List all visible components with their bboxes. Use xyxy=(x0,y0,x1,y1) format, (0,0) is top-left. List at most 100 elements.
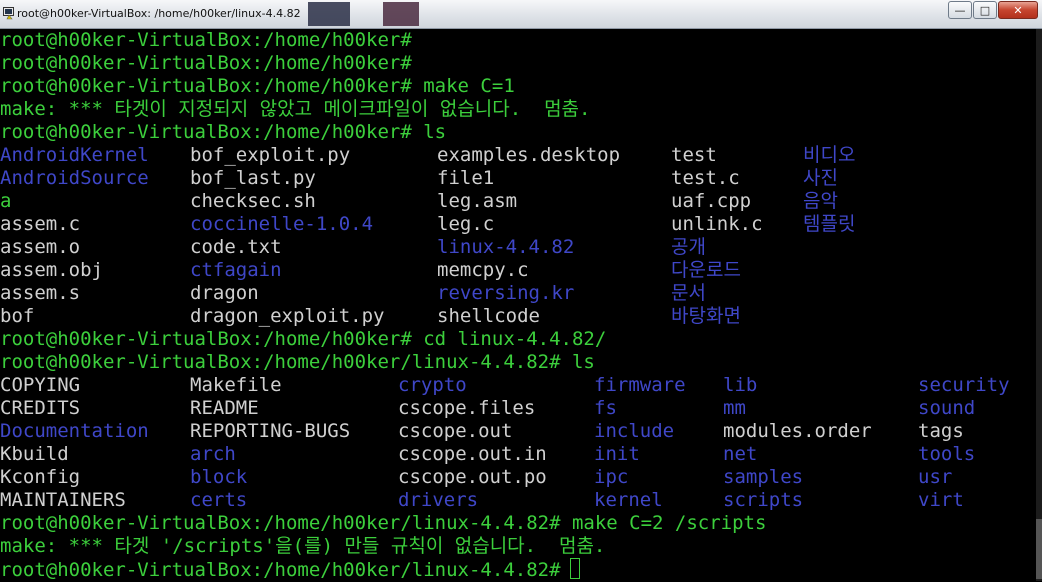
terminal-line: make: *** 타겟이 지정되지 않았고 메이크파일이 없습니다. 멈춤. xyxy=(0,98,591,120)
ls-output-row: assem.c coccinelle-1.0.4 leg.c unlink.c 템플릿 xyxy=(0,213,1036,236)
ls-entry: 다운로드 xyxy=(671,259,741,281)
ls-entry: a xyxy=(0,190,12,212)
ls-output-row: AndroidSource bof_last.py file1 test.c 사진 xyxy=(0,167,1036,190)
terminal-line: root@h00ker-VirtualBox:/home/h00ker# mak… xyxy=(0,75,515,97)
terminal-line: root@h00ker-VirtualBox:/home/h00ker# xyxy=(0,52,412,74)
ls-entry: checksec.sh xyxy=(190,190,316,212)
terminal-line: root@h00ker-VirtualBox:/home/h00ker# ls xyxy=(0,121,447,143)
ls-entry: certs xyxy=(190,489,248,511)
ls-entry: test.c xyxy=(671,167,740,189)
ls-entry: dragon xyxy=(190,282,259,304)
ls-entry: mm xyxy=(723,397,746,419)
ls-entry: leg.c xyxy=(437,213,495,235)
ls-entry: assem.c xyxy=(0,213,81,235)
ls-entry: cscope.out xyxy=(398,420,513,442)
ls-entry: uaf.cpp xyxy=(671,190,752,212)
ls-entry: ipc xyxy=(594,466,629,488)
ls-output-row: AndroidKernel bof_exploit.py examples.desk… xyxy=(0,144,1036,167)
ls-entry: README xyxy=(190,397,259,419)
ls-entry: net xyxy=(723,443,758,465)
ls-entry: security xyxy=(918,374,1010,396)
current-prompt: root@h00ker-VirtualBox:/home/h00ker/linu… xyxy=(0,559,561,581)
close-icon: ✕ xyxy=(1013,3,1023,17)
ls-entry: 문서 xyxy=(671,282,706,304)
window-title: root@h00ker-VirtualBox: /home/h00ker/lin… xyxy=(17,7,301,20)
ls-entry: 비디오 xyxy=(803,144,856,166)
ls-entry: include xyxy=(594,420,675,442)
ls-entry: 사진 xyxy=(803,167,838,189)
ls-output-row: assem.s dragon reversing.kr 문서 xyxy=(0,282,1036,305)
maximize-icon: □ xyxy=(979,3,991,17)
ls-entry: Makefile xyxy=(190,374,282,396)
ls-entry: COPYING xyxy=(0,374,81,396)
ls-output-row: Documentation REPORTING-BUGS cscope.out inc… xyxy=(0,420,1036,443)
ls-entry: crypto xyxy=(398,374,467,396)
terminal-line: root@h00ker-VirtualBox:/home/h00ker/linu… xyxy=(0,351,595,373)
ls-entry: 공개 xyxy=(671,236,706,258)
ls-entry: sound xyxy=(918,397,976,419)
ls-output-row: COPYING Makefile crypto firmware lib security xyxy=(0,374,1036,397)
ls-entry: Kconfig xyxy=(0,466,81,488)
ls-entry: 음악 xyxy=(803,190,838,212)
ls-entry: coccinelle-1.0.4 xyxy=(190,213,374,235)
ls-entry: MAINTAINERS xyxy=(0,489,126,511)
minimize-icon: — xyxy=(954,3,966,17)
ls-output-row: a checksec.sh leg.asm uaf.cpp 음악 xyxy=(0,190,1036,213)
ls-entry: modules.order xyxy=(723,420,872,442)
ls-entry: tools xyxy=(918,443,976,465)
ls-entry: cscope.out.po xyxy=(398,466,547,488)
ls-entry: test xyxy=(671,144,717,166)
ls-entry: scripts xyxy=(723,489,804,511)
ls-entry: arch xyxy=(190,443,236,465)
ls-entry: REPORTING-BUGS xyxy=(190,420,351,442)
close-button[interactable]: ✕ xyxy=(998,1,1038,19)
ls-output-row: assem.obj ctfagain memcpy.c 다운로드 xyxy=(0,259,1036,282)
title-bar-decoration xyxy=(308,2,350,26)
ls-entry: bof xyxy=(0,305,35,327)
ls-entry: usr xyxy=(918,466,953,488)
ls-output-row: bof dragon_exploit.py shellcode 바탕화면 xyxy=(0,305,1036,328)
ls-entry: code.txt xyxy=(190,236,282,258)
window-controls: — □ ✕ xyxy=(947,1,1038,19)
ls-entry: CREDITS xyxy=(0,397,81,419)
ls-entry: cscope.files xyxy=(398,397,536,419)
ls-entry: unlink.c xyxy=(671,213,763,235)
putty-app-icon xyxy=(3,7,14,20)
ls-entry: lib xyxy=(723,374,758,396)
ls-entry: samples xyxy=(723,466,804,488)
ls-entry: bof_exploit.py xyxy=(190,144,351,166)
ls-entry: drivers xyxy=(398,489,479,511)
ls-entry: assem.obj xyxy=(0,259,103,281)
ls-output-row: assem.o code.txt linux-4.4.82 공개 xyxy=(0,236,1036,259)
ls-entry: Kbuild xyxy=(0,443,69,465)
ls-entry: reversing.kr xyxy=(437,282,575,304)
ls-entry: file1 xyxy=(437,167,495,189)
minimize-button[interactable]: — xyxy=(948,1,972,19)
ls-entry: bof_last.py xyxy=(190,167,316,189)
terminal-line: root@h00ker-VirtualBox:/home/h00ker/linu… xyxy=(0,512,767,534)
terminal-line: make: *** 타겟 '/scripts'을(를) 만들 규칙이 없습니다.… xyxy=(0,535,606,557)
ls-entry: kernel xyxy=(594,489,663,511)
ls-entry: fs xyxy=(594,397,617,419)
title-bar-decoration xyxy=(383,2,419,26)
ls-output-row: Kconfig block cscope.out.po ipc samples usr xyxy=(0,466,1036,489)
scrollbar-thumb[interactable] xyxy=(1036,519,1042,579)
title-bar[interactable]: root@h00ker-VirtualBox: /home/h00ker/lin… xyxy=(0,0,1042,29)
ls-entry: AndroidSource xyxy=(0,167,149,189)
terminal-output[interactable]: root@h00ker-VirtualBox:/home/h00ker# root… xyxy=(0,29,1036,581)
ls-entry: virt xyxy=(918,489,964,511)
maximize-button[interactable]: □ xyxy=(973,1,997,19)
ls-output-row: MAINTAINERS certs drivers kernel scripts virt xyxy=(0,489,1036,512)
ls-output-row: CREDITS README cscope.files fs mm sound xyxy=(0,397,1036,420)
ls-entry: firmware xyxy=(594,374,686,396)
ls-entry: tags xyxy=(918,420,964,442)
terminal-scrollbar[interactable] xyxy=(1036,29,1042,581)
ls-entry: memcpy.c xyxy=(437,259,529,281)
terminal-line: root@h00ker-VirtualBox:/home/h00ker# cd … xyxy=(0,328,607,350)
ls-entry: AndroidKernel xyxy=(0,144,149,166)
ls-entry: shellcode xyxy=(437,305,540,327)
text-cursor xyxy=(569,558,580,579)
ls-entry: block xyxy=(190,466,248,488)
ls-entry: examples.desktop xyxy=(437,144,621,166)
ls-entry: 템플릿 xyxy=(803,213,856,235)
